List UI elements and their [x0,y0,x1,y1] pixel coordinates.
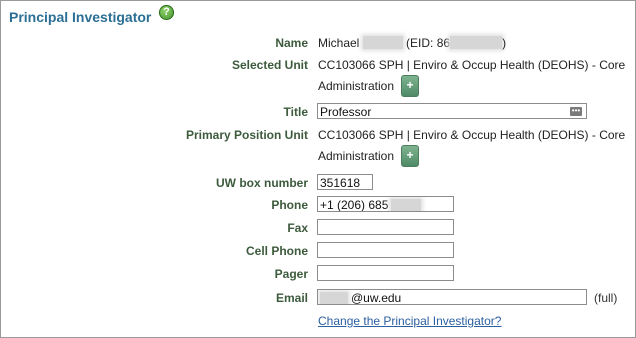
uw-box-input[interactable]: 351618 [317,174,373,190]
cell-phone-input[interactable] [317,242,454,258]
name-label: Name [275,36,308,50]
pager-input[interactable] [317,265,454,281]
fax-label: Fax [287,221,308,235]
fax-input[interactable] [317,219,454,235]
selected-unit-line1: CC103066 SPH | Enviro & Occup Health (DE… [318,58,626,72]
name-value: Michael (EID: 86) [318,36,506,50]
redacted-phone [391,199,422,211]
redacted-lastname [362,36,403,49]
selected-unit-line2: Administration [318,79,395,93]
selected-unit-label: Selected Unit [231,58,308,72]
question-icon[interactable]: ? [159,5,174,20]
title-label: Title [283,105,308,119]
primary-unit-line2: Administration [318,149,395,163]
name-first: Michael [318,36,360,50]
uw-box-label: UW box number [216,176,308,190]
title-input-value: Professor [320,105,372,119]
add-primary-unit-button[interactable]: + [401,145,419,167]
phone-input-value: +1 (206) 685 [320,198,389,212]
phone-label: Phone [271,198,308,212]
name-close: ) [502,36,507,50]
email-full-note: (full) [594,291,618,305]
email-input-value: @uw.edu [351,291,402,305]
add-selected-unit-button[interactable]: + [401,75,419,97]
section-title: Principal Investigator [9,9,152,25]
cell-phone-label: Cell Phone [245,244,308,258]
title-input[interactable]: Professor ••• [317,103,587,119]
redacted-eid [450,36,503,49]
primary-unit-line1: CC103066 SPH | Enviro & Occup Health (DE… [318,128,626,142]
phone-input[interactable]: +1 (206) 685 [317,196,454,212]
more-options-icon[interactable]: ••• [570,107,582,116]
name-eid: (EID: 86 [406,36,451,50]
email-label: Email [275,291,308,305]
change-pi-link[interactable]: Change the Principal Investigator? [318,314,501,328]
pager-label: Pager [274,267,308,281]
email-input[interactable]: @uw.edu [317,289,587,305]
pi-panel: Principal Investigator ? Name Michael (E… [0,0,636,338]
redacted-email-user [320,292,348,304]
primary-unit-label: Primary Position Unit [185,128,308,142]
